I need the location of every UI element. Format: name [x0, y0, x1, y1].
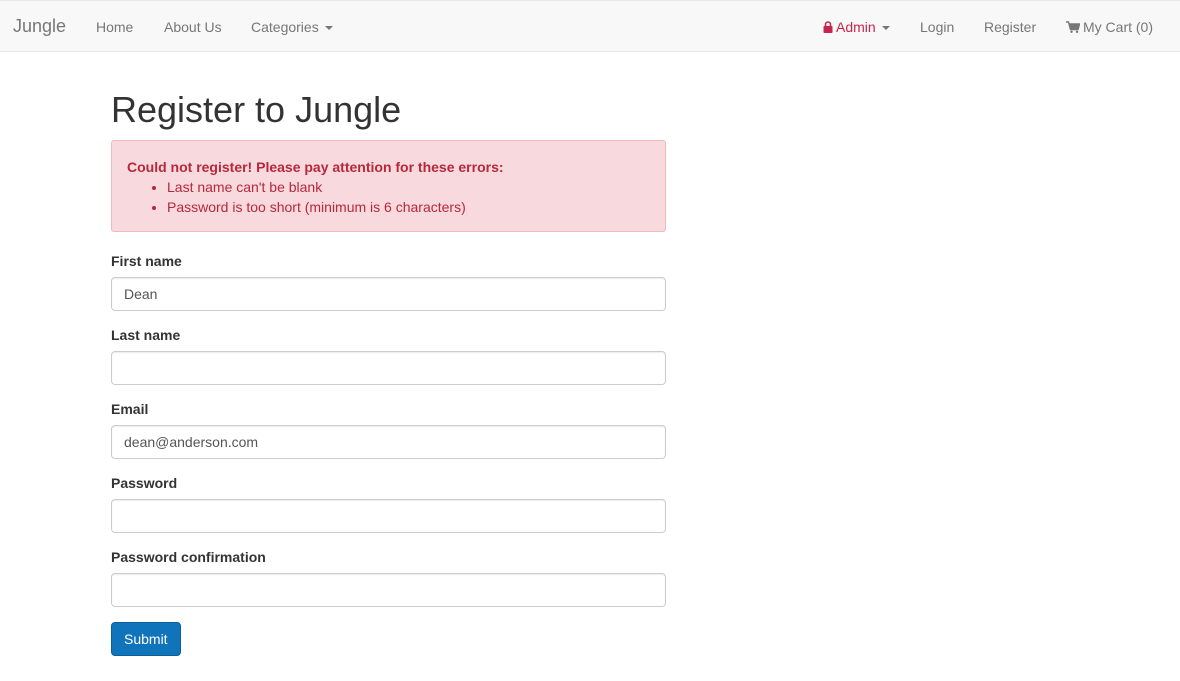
password-group: Password — [111, 473, 666, 533]
error-alert: Could not register! Please pay attention… — [111, 140, 666, 232]
first-name-group: First name — [111, 251, 666, 311]
password-confirmation-label: Password confirmation — [111, 549, 266, 565]
caret-down-icon — [881, 26, 890, 31]
caret-down-icon — [324, 26, 333, 31]
last-name-label: Last name — [111, 327, 181, 343]
email-input[interactable] — [111, 425, 666, 459]
lock-icon — [823, 21, 833, 33]
alert-title: Could not register! Please pay attention… — [127, 159, 504, 175]
brand-link[interactable]: Jungle — [13, 15, 66, 37]
error-list: Last name can't be blank Password is too… — [127, 177, 650, 217]
error-item: Password is too short (minimum is 6 char… — [167, 197, 650, 217]
nav-login-link[interactable]: Login — [920, 17, 954, 37]
cart-label: My Cart (0) — [1083, 19, 1153, 35]
nav-home-link[interactable]: Home — [96, 17, 133, 37]
nav-register-link[interactable]: Register — [984, 17, 1036, 37]
categories-label: Categories — [251, 19, 319, 35]
submit-button[interactable]: Submit — [111, 622, 181, 656]
password-label: Password — [111, 475, 178, 491]
nav-categories-dropdown[interactable]: Categories — [251, 17, 333, 37]
nav-admin-dropdown[interactable]: Admin — [823, 17, 890, 37]
last-name-group: Last name — [111, 325, 666, 385]
password-input[interactable] — [111, 499, 666, 533]
page-title: Register to Jungle — [111, 89, 402, 130]
nav-cart-link[interactable]: My Cart (0) — [1066, 17, 1153, 37]
first-name-label: First name — [111, 253, 182, 269]
email-label: Email — [111, 401, 149, 417]
first-name-input[interactable] — [111, 277, 666, 311]
password-confirmation-group: Password confirmation — [111, 547, 666, 607]
password-confirmation-input[interactable] — [111, 573, 666, 607]
nav-about-link[interactable]: About Us — [164, 17, 222, 37]
cart-icon — [1066, 21, 1080, 33]
last-name-input[interactable] — [111, 351, 666, 385]
email-group: Email — [111, 399, 666, 459]
navbar: Jungle Home About Us Categories Admin Lo… — [0, 0, 1180, 52]
error-item: Last name can't be blank — [167, 177, 650, 197]
admin-label: Admin — [836, 19, 876, 35]
